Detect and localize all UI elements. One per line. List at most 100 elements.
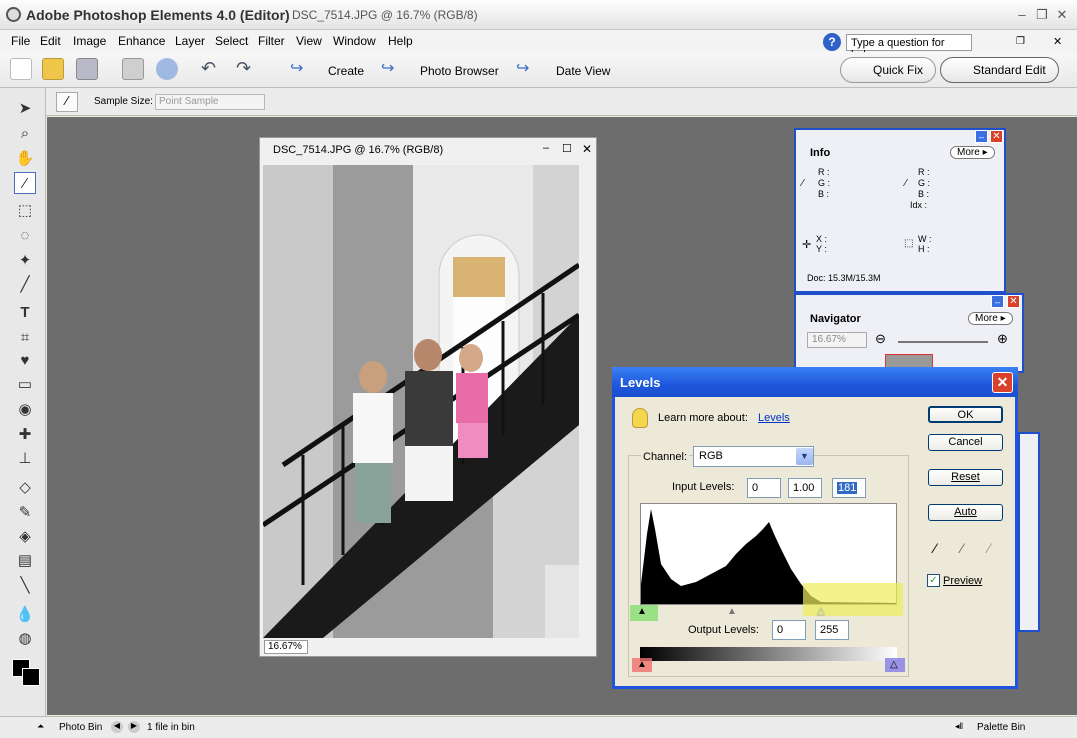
- photo-canvas[interactable]: [263, 165, 579, 638]
- gradient-tool-icon[interactable]: ▤: [14, 550, 36, 572]
- menu-image[interactable]: Image: [73, 34, 106, 48]
- healing-brush-tool-icon[interactable]: ✚: [14, 424, 36, 446]
- navigator-thumbnail[interactable]: [885, 354, 933, 368]
- preview-checkbox[interactable]: ✓: [927, 574, 940, 587]
- quick-fix-button[interactable]: Quick Fix: [840, 57, 937, 83]
- output-black-field[interactable]: 0: [772, 620, 806, 640]
- palette-bin-label[interactable]: Palette Bin: [977, 722, 1025, 733]
- zoom-tool-icon[interactable]: ⌕: [14, 123, 36, 145]
- sponge-tool-icon[interactable]: ◍: [14, 628, 36, 650]
- minimize-icon[interactable]: –: [1013, 7, 1031, 23]
- learn-more-link[interactable]: Levels: [758, 412, 790, 424]
- open-icon[interactable]: [42, 58, 64, 80]
- menu-help[interactable]: Help: [388, 34, 413, 48]
- cookie-cutter-tool-icon[interactable]: ♥: [14, 350, 36, 372]
- menu-view[interactable]: View: [296, 34, 322, 48]
- lasso-tool-icon[interactable]: ◌: [14, 225, 36, 247]
- white-eyedropper-icon[interactable]: ⁄: [988, 540, 990, 556]
- doc-restore-icon[interactable]: ❐: [1016, 36, 1025, 47]
- hand-tool-icon[interactable]: ✋: [14, 148, 36, 170]
- info-more-button[interactable]: More ▸: [950, 146, 995, 159]
- navigator-minimize-icon[interactable]: –: [991, 295, 1004, 308]
- reset-button[interactable]: Reset: [928, 469, 1003, 486]
- navigator-zoom-slider[interactable]: [898, 341, 988, 343]
- red-eye-tool-icon[interactable]: ◉: [14, 399, 36, 421]
- selection-brush-tool-icon[interactable]: ╱: [14, 274, 36, 296]
- sample-size-select[interactable]: Point Sample: [155, 94, 265, 110]
- menu-edit[interactable]: Edit: [40, 34, 61, 48]
- ok-button[interactable]: OK: [928, 406, 1003, 423]
- eyedropper-option-icon[interactable]: ⁄: [56, 92, 78, 112]
- next-photo-icon[interactable]: ▶: [128, 721, 140, 733]
- background-color-swatch[interactable]: [22, 668, 40, 686]
- close-icon[interactable]: ✕: [1053, 7, 1071, 23]
- redo-icon[interactable]: ↷: [236, 58, 258, 80]
- navigator-zoom-out-icon[interactable]: ⊖: [875, 331, 886, 347]
- menu-window[interactable]: Window: [333, 34, 376, 48]
- paint-bucket-tool-icon[interactable]: ◈: [14, 526, 36, 548]
- gray-eyedropper-icon[interactable]: ⁄: [961, 540, 963, 556]
- help-search-input[interactable]: Type a question for help: [846, 34, 972, 61]
- input-gamma-field[interactable]: 1.00: [788, 478, 822, 498]
- help-icon[interactable]: ?: [823, 33, 841, 51]
- black-eyedropper-icon[interactable]: ⁄: [934, 540, 936, 556]
- crop-tool-icon[interactable]: ⌗: [14, 327, 36, 349]
- cancel-button[interactable]: Cancel: [928, 434, 1003, 451]
- doc-maximize-icon[interactable]: ☐: [562, 142, 572, 155]
- menu-filter[interactable]: Filter: [258, 34, 285, 48]
- doc-minimize-icon[interactable]: –: [543, 142, 549, 154]
- navigator-more-button[interactable]: More ▸: [968, 312, 1013, 325]
- photo-browser-icon[interactable]: ↪: [381, 58, 403, 80]
- doc-zoom-field[interactable]: 16.67%: [264, 640, 308, 654]
- magic-wand-tool-icon[interactable]: ✦: [14, 250, 36, 272]
- restore-icon[interactable]: ❐: [1033, 7, 1051, 23]
- marquee-tool-icon[interactable]: ⬚: [14, 200, 36, 222]
- levels-close-icon[interactable]: ✕: [992, 372, 1013, 393]
- info-tab[interactable]: Info: [810, 147, 830, 159]
- save-icon[interactable]: [76, 58, 98, 80]
- menu-file[interactable]: File: [11, 34, 30, 48]
- photo-bin-label[interactable]: Photo Bin: [59, 722, 102, 733]
- doc-window-close-icon[interactable]: ✕: [582, 142, 592, 156]
- photo-browser-button[interactable]: Photo Browser: [420, 64, 499, 78]
- straighten-tool-icon[interactable]: ▭: [14, 374, 36, 396]
- undo-icon[interactable]: ↶: [201, 58, 223, 80]
- input-black-slider-icon[interactable]: ▲: [637, 606, 647, 617]
- channel-dropdown-icon[interactable]: ▼: [796, 448, 813, 465]
- date-view-button[interactable]: Date View: [556, 64, 610, 78]
- create-icon[interactable]: ↪: [290, 58, 312, 80]
- output-white-slider-icon[interactable]: △: [890, 659, 898, 670]
- menu-layer[interactable]: Layer: [175, 34, 205, 48]
- new-icon[interactable]: [10, 58, 32, 80]
- online-services-icon[interactable]: [156, 58, 178, 80]
- create-button[interactable]: Create: [328, 64, 364, 78]
- photo-bin-toggle-icon[interactable]: ⏶: [37, 721, 44, 732]
- info-close-icon[interactable]: ✕: [990, 130, 1003, 143]
- menu-select[interactable]: Select: [215, 34, 248, 48]
- info-minimize-icon[interactable]: –: [975, 130, 988, 143]
- move-tool-icon[interactable]: ➤: [14, 98, 36, 120]
- navigator-zoom-in-icon[interactable]: ⊕: [997, 331, 1008, 347]
- date-view-icon[interactable]: ↪: [516, 58, 538, 80]
- doc-close-icon[interactable]: ✕: [1053, 35, 1062, 48]
- navigator-close-icon[interactable]: ✕: [1007, 295, 1020, 308]
- print-icon[interactable]: [122, 58, 144, 80]
- brush-tool-icon[interactable]: ✎: [14, 502, 36, 524]
- navigator-tab[interactable]: Navigator: [810, 313, 861, 325]
- prev-photo-icon[interactable]: ◀: [111, 721, 123, 733]
- input-white-field[interactable]: 181: [832, 478, 866, 498]
- type-tool-icon[interactable]: T: [14, 302, 36, 324]
- input-black-field[interactable]: 0: [747, 478, 781, 498]
- palette-bin-toggle-icon[interactable]: ◂‖: [955, 721, 963, 732]
- input-gamma-slider-icon[interactable]: ▲: [727, 606, 737, 617]
- eraser-tool-icon[interactable]: ◇: [14, 477, 36, 499]
- input-white-slider-icon[interactable]: △: [817, 606, 825, 617]
- shape-tool-icon[interactable]: ╲: [14, 575, 36, 597]
- output-white-field[interactable]: 255: [815, 620, 849, 640]
- output-black-slider-icon[interactable]: ▲: [637, 659, 647, 670]
- clone-stamp-tool-icon[interactable]: ⊥: [14, 448, 36, 470]
- eyedropper-tool-icon[interactable]: ⁄: [14, 172, 36, 194]
- auto-button[interactable]: Auto: [928, 504, 1003, 521]
- navigator-zoom-field[interactable]: 16.67%: [807, 332, 867, 348]
- standard-edit-button[interactable]: Standard Edit: [940, 57, 1059, 83]
